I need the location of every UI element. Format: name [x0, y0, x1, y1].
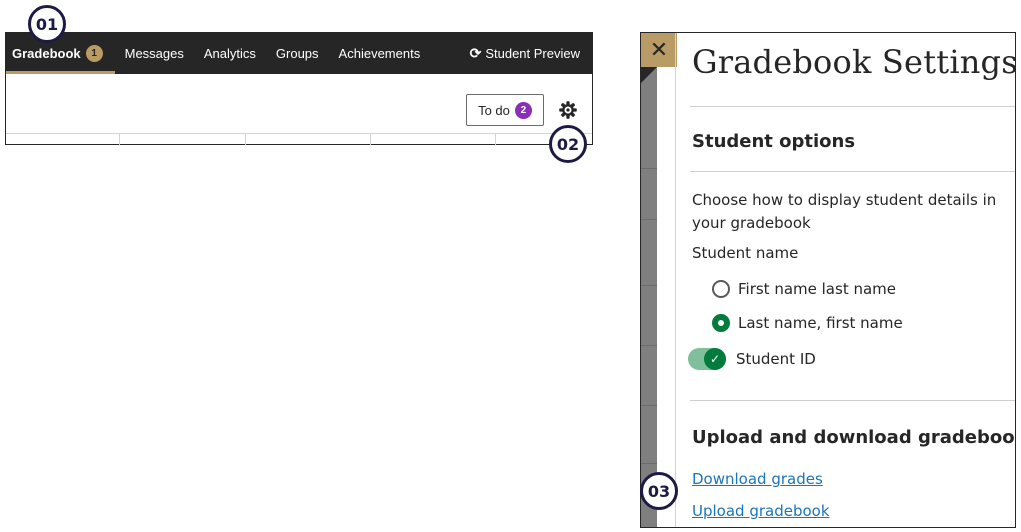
overlay-line [641, 345, 657, 346]
radio-last-first-label: Last name, first name [738, 314, 903, 332]
panel-title: Gradebook Settings [692, 43, 1016, 81]
tab-messages-label: Messages [124, 46, 184, 61]
radio-first-last[interactable]: First name last name [712, 280, 896, 298]
overlay-line [641, 219, 657, 220]
overlay-line [641, 285, 657, 286]
course-header-panel: Gradebook 1 Messages Analytics Groups Ac… [5, 32, 593, 145]
gradebook-settings-panel: ✕ Gradebook Settings Student options Cho… [640, 32, 1016, 528]
student-preview-button[interactable]: ⟳ Student Preview [470, 45, 592, 62]
student-preview-label: Student Preview [485, 46, 580, 61]
download-grades-link[interactable]: Download grades [692, 470, 823, 488]
section-divider [690, 171, 1015, 172]
course-top-nav: Gradebook 1 Messages Analytics Groups Ac… [6, 33, 592, 74]
radio-checked-icon[interactable] [712, 314, 730, 332]
student-id-label: Student ID [736, 350, 816, 368]
radio-last-first[interactable]: Last name, first name [712, 314, 903, 332]
tab-achievements[interactable]: Achievements [329, 33, 431, 74]
grid-column-divider [245, 133, 246, 145]
refresh-icon: ⟳ [469, 45, 482, 61]
background-overlay [641, 33, 657, 527]
student-name-label: Student name [692, 244, 799, 262]
overlay-line [641, 463, 657, 464]
grid-column-divider [119, 133, 120, 145]
tab-achievements-label: Achievements [338, 46, 421, 61]
grid-header-line [6, 133, 592, 134]
close-button[interactable]: ✕ [641, 33, 677, 67]
section-divider [690, 400, 1015, 401]
check-icon: ✓ [704, 348, 726, 370]
step-callout-1: 01 [28, 5, 66, 43]
tab-groups-label: Groups [275, 46, 319, 61]
grid-column-divider [370, 133, 371, 145]
todo-label: To do [478, 102, 510, 118]
upload-gradebook-link[interactable]: Upload gradebook [692, 502, 830, 520]
tab-analytics[interactable]: Analytics [194, 33, 266, 74]
student-options-description: Choose how to display student details in… [692, 191, 997, 232]
overlay-line [641, 405, 657, 406]
close-icon: ✕ [649, 37, 669, 62]
settings-body: Gradebook Settings Student options Choos… [675, 33, 1015, 527]
step-callout-3: 03 [640, 472, 678, 510]
overlay-line [641, 168, 657, 169]
tab-groups[interactable]: Groups [266, 33, 329, 74]
grid-column-divider [495, 133, 496, 145]
tab-gradebook[interactable]: Gradebook 1 [6, 33, 115, 74]
close-tab-fold [641, 67, 657, 83]
tab-gradebook-label: Gradebook [12, 46, 81, 61]
student-options-heading: Student options [692, 131, 856, 152]
radio-first-last-label: First name last name [738, 280, 897, 298]
todo-count-badge: 2 [514, 101, 532, 119]
todo-button[interactable]: To do 2 [466, 94, 544, 126]
tab-analytics-label: Analytics [203, 46, 256, 61]
radio-unchecked-icon[interactable] [712, 280, 730, 298]
gradebook-count-badge: 1 [85, 45, 103, 62]
title-divider [690, 106, 1015, 107]
student-id-toggle[interactable]: ✓ [688, 348, 726, 370]
gear-icon[interactable] [558, 100, 578, 120]
step-callout-2: 02 [549, 125, 587, 163]
upload-download-heading: Upload and download gradebook [692, 427, 1016, 448]
student-id-toggle-row[interactable]: ✓ Student ID [688, 348, 816, 370]
tab-messages[interactable]: Messages [115, 33, 194, 74]
